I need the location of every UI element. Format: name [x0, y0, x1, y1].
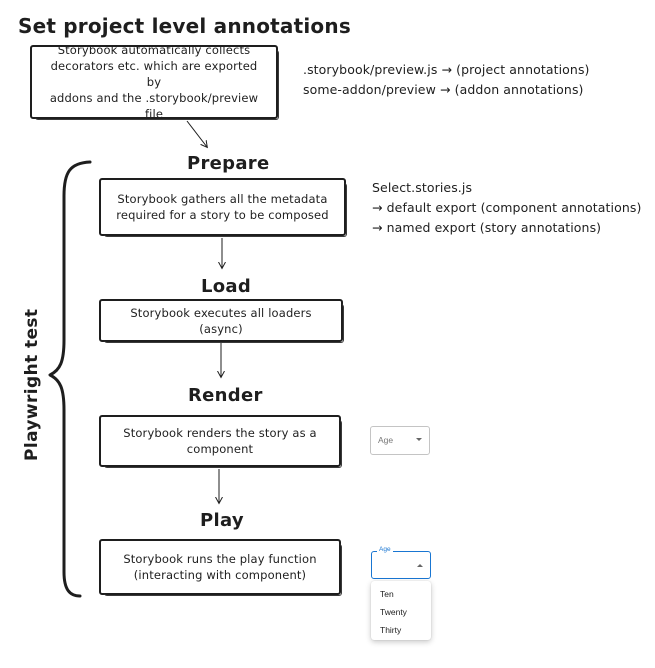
project-notes: .storybook/preview.js → (project annotat…: [303, 60, 590, 100]
menu-item-twenty[interactable]: Twenty: [371, 603, 431, 621]
curly-brace: [48, 160, 92, 598]
render-box: Storybook renders the story as a compone…: [99, 415, 342, 468]
prepare-box: Storybook gathers all the metadata requi…: [99, 178, 347, 237]
menu-item-thirty[interactable]: Thirty: [371, 621, 431, 639]
prepare-note-stories-file: Select.stories.js: [372, 180, 473, 195]
age-select-open[interactable]: Age: [371, 546, 431, 579]
age-select-closed[interactable]: Age: [370, 426, 430, 455]
bracket-label: Playwright test: [22, 308, 42, 461]
play-text: Storybook runs the play function (intera…: [123, 552, 317, 582]
chevron-up-icon: [417, 564, 423, 567]
prepare-note-default-export: → default export (component annotations): [372, 200, 642, 215]
play-box: Storybook runs the play function (intera…: [99, 539, 342, 596]
project-note-addon: some-addon/preview → (addon annotations): [303, 82, 584, 97]
arrow-project-to-prepare: [186, 120, 207, 147]
chevron-down-icon: [416, 438, 422, 441]
load-box: Storybook executes all loaders (async): [99, 299, 344, 343]
prepare-text: Storybook gathers all the metadata requi…: [116, 192, 329, 222]
project-annotations-text: Storybook automatically collects decorat…: [49, 43, 259, 121]
step-title-prepare: Prepare: [187, 153, 270, 174]
render-text: Storybook renders the story as a compone…: [123, 426, 317, 456]
prepare-note-named-export: → named export (story annotations): [372, 220, 602, 235]
load-text: Storybook executes all loaders (async): [130, 305, 312, 336]
project-annotations-box: Storybook automatically collects decorat…: [30, 43, 279, 121]
project-note-preview: .storybook/preview.js → (project annotat…: [303, 62, 590, 77]
step-title-play: Play: [200, 510, 244, 531]
prepare-notes: Select.stories.js → default export (comp…: [372, 178, 641, 238]
step-title-render: Render: [188, 385, 263, 406]
step-title-load: Load: [201, 276, 252, 297]
age-select-floating-label: Age: [377, 546, 393, 554]
age-select-label: Age: [378, 435, 394, 445]
menu-item-ten[interactable]: Ten: [371, 585, 431, 603]
age-options-menu: Ten Twenty Thirty: [371, 581, 431, 640]
